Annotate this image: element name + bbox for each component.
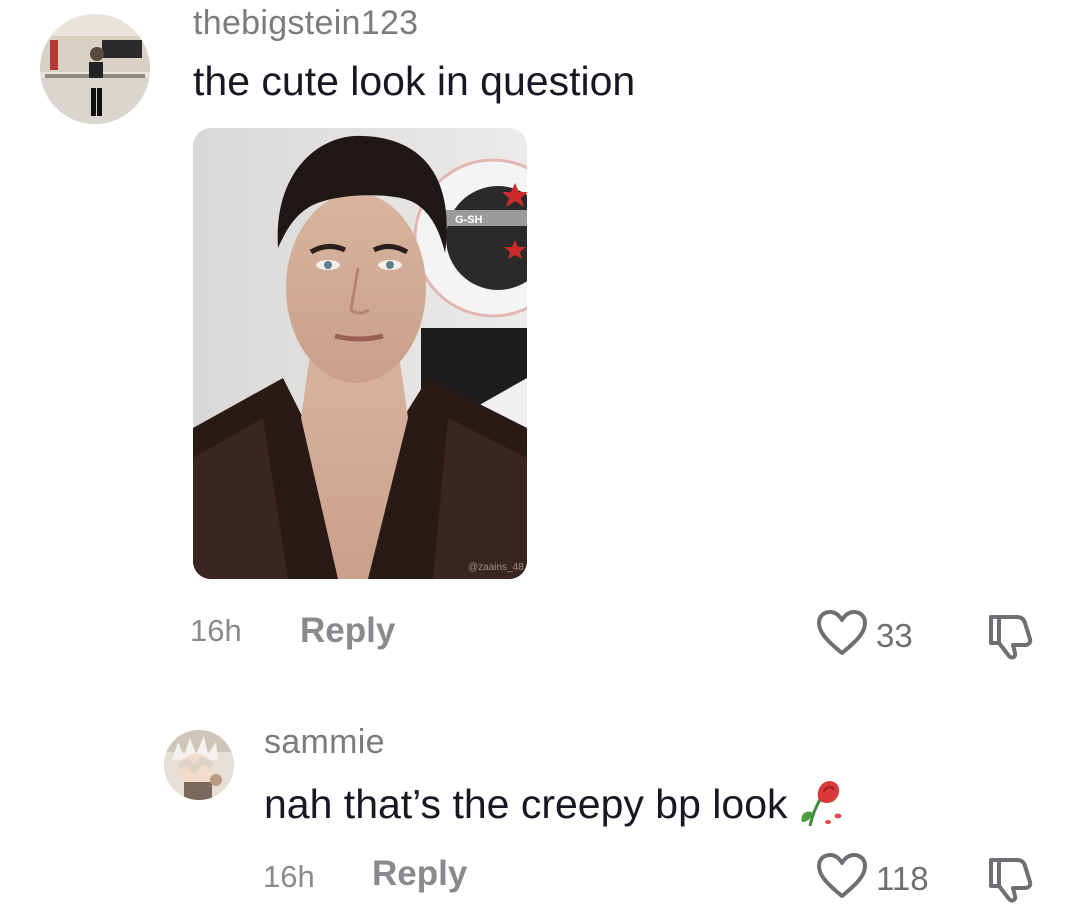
comment-timestamp: 16h: [190, 613, 242, 648]
thumbs-down-icon: [985, 858, 1037, 908]
comment-timestamp: 16h: [263, 859, 315, 894]
attached-photo[interactable]: G-SH @zaains_48: [193, 128, 527, 579]
like-button[interactable]: 33: [816, 610, 913, 661]
comment-text-row: nah that’s the creepy bp look: [264, 776, 846, 833]
like-button[interactable]: 118: [816, 853, 929, 904]
comment-username[interactable]: sammie: [264, 723, 385, 762]
thumbs-down-icon: [985, 615, 1037, 665]
backdrop-sign-text: G-SH: [455, 214, 483, 226]
dislike-button[interactable]: [985, 609, 1037, 666]
heart-outline-icon: [816, 853, 868, 904]
dislike-button[interactable]: [985, 852, 1037, 909]
comment-text: nah that’s the creepy bp look: [264, 781, 788, 827]
comment-username[interactable]: thebigstein123: [193, 4, 418, 43]
like-count: 118: [876, 859, 929, 897]
reply-button[interactable]: Reply: [372, 854, 467, 894]
avatar[interactable]: [164, 730, 234, 800]
like-count: 33: [876, 616, 913, 654]
comment-text: the cute look in question: [193, 58, 636, 104]
heart-outline-icon: [816, 610, 868, 661]
wilted-rose-icon: [798, 776, 846, 833]
photo-watermark: @zaains_48: [468, 562, 524, 573]
reply-button[interactable]: Reply: [300, 611, 395, 651]
avatar[interactable]: [40, 14, 150, 124]
